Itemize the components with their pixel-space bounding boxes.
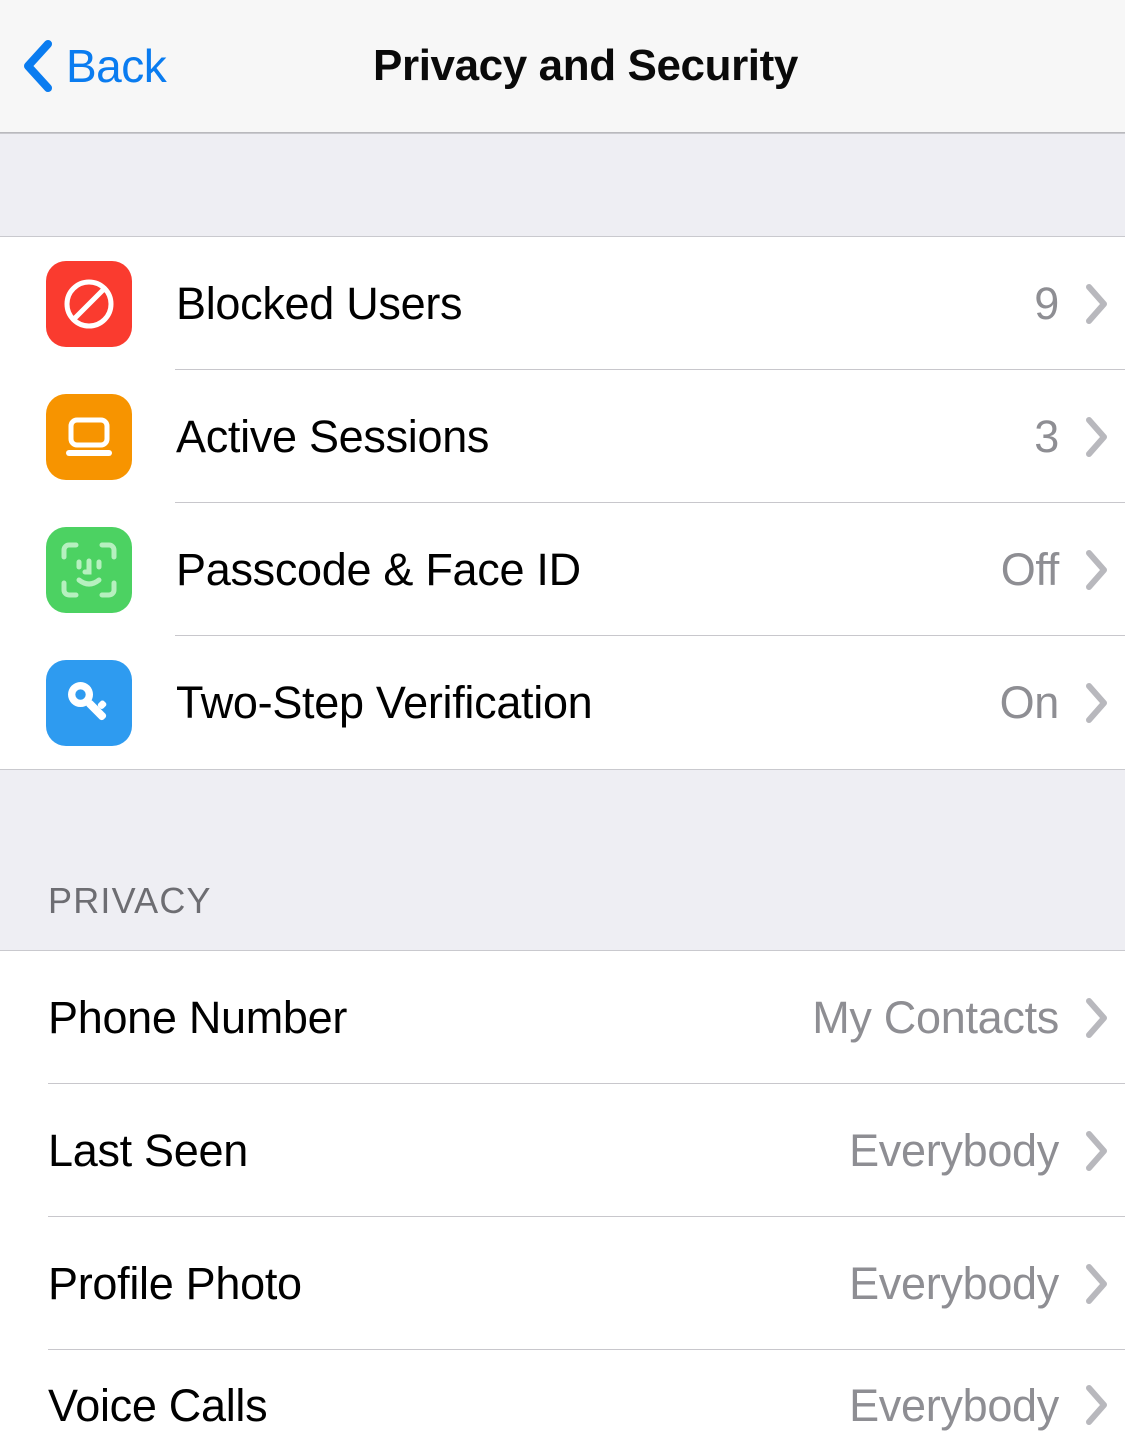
block-circle-slash-icon: [46, 260, 132, 347]
row-label: Phone Number: [48, 991, 348, 1043]
chevron-right-icon: [1086, 682, 1107, 723]
chevron-right-icon: [1086, 549, 1107, 590]
row-value: Everybody: [849, 1124, 1059, 1176]
section-header-label: PRIVACY: [48, 880, 212, 921]
chevron-right-icon: [1086, 416, 1107, 457]
row-two-step-verification[interactable]: Two-Step Verification On: [0, 636, 1125, 769]
row-value: 9: [1034, 277, 1059, 329]
key-icon: [46, 659, 132, 746]
row-blocked-users[interactable]: Blocked Users 9: [0, 237, 1125, 370]
row-value: Everybody: [849, 1257, 1059, 1309]
row-active-sessions[interactable]: Active Sessions 3: [0, 370, 1125, 503]
row-value: On: [999, 676, 1060, 728]
section-header-privacy: PRIVACY: [0, 769, 1125, 951]
row-label: Voice Calls: [48, 1380, 268, 1431]
chevron-right-icon: [1086, 283, 1107, 324]
row-phone-number[interactable]: Phone Number My Contacts: [0, 951, 1125, 1084]
row-label: Two-Step Verification: [176, 676, 593, 728]
chevron-right-icon: [1086, 1385, 1107, 1425]
row-label: Profile Photo: [48, 1257, 302, 1309]
row-value: Off: [1000, 543, 1060, 595]
row-label: Passcode & Face ID: [176, 543, 581, 595]
privacy-list: Phone Number My Contacts Last Seen Every…: [0, 951, 1125, 1431]
face-id-icon: [46, 526, 132, 613]
chevron-right-icon: [1086, 997, 1107, 1038]
row-voice-calls[interactable]: Voice Calls Everybody: [0, 1350, 1125, 1431]
group-spacer-top: [0, 133, 1125, 237]
navigation-bar: Back Privacy and Security: [0, 0, 1125, 133]
row-label: Last Seen: [48, 1124, 248, 1176]
row-passcode-face-id[interactable]: Passcode & Face ID Off: [0, 503, 1125, 636]
row-label: Active Sessions: [176, 410, 490, 462]
security-list: Blocked Users 9 Active Sessions 3 Passco…: [0, 237, 1125, 769]
row-last-seen[interactable]: Last Seen Everybody: [0, 1084, 1125, 1217]
row-value: My Contacts: [812, 991, 1059, 1043]
row-label: Blocked Users: [176, 277, 463, 329]
chevron-right-icon: [1086, 1130, 1107, 1171]
laptop-icon: [46, 393, 132, 480]
row-value: 3: [1034, 410, 1059, 462]
row-profile-photo[interactable]: Profile Photo Everybody: [0, 1217, 1125, 1350]
row-value: Everybody: [849, 1380, 1059, 1431]
page-title: Privacy and Security: [373, 41, 798, 90]
chevron-right-icon: [1086, 1263, 1107, 1304]
